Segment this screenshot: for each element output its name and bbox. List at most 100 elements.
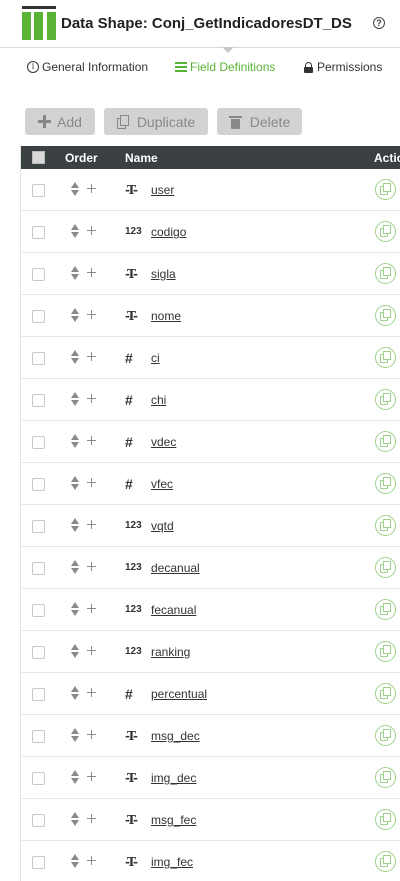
sort-arrows-icon[interactable] [71, 770, 79, 785]
row-checkbox[interactable] [32, 310, 45, 323]
tab-general-information[interactable]: i General Information [27, 60, 148, 74]
row-checkbox[interactable] [32, 646, 45, 659]
sort-arrows-icon[interactable] [71, 476, 79, 491]
move-icon[interactable] [86, 351, 97, 362]
field-name-link[interactable]: msg_fec [151, 813, 196, 827]
duplicate-row-icon[interactable] [375, 263, 396, 284]
field-name-link[interactable]: ci [151, 351, 160, 365]
move-icon[interactable] [86, 771, 97, 782]
move-icon[interactable] [86, 267, 97, 278]
duplicate-row-icon[interactable] [375, 641, 396, 662]
duplicate-row-icon[interactable] [375, 221, 396, 242]
table-row[interactable]: # vfec [21, 463, 400, 505]
row-checkbox[interactable] [32, 268, 45, 281]
table-row[interactable]: -T-img_fec [21, 841, 400, 881]
field-name-link[interactable]: msg_dec [151, 729, 200, 743]
add-button[interactable]: Add [25, 108, 95, 135]
row-checkbox[interactable] [32, 562, 45, 575]
field-name-link[interactable]: percentual [151, 687, 207, 701]
field-name-link[interactable]: vfec [151, 477, 173, 491]
sort-arrows-icon[interactable] [71, 308, 79, 323]
sort-arrows-icon[interactable] [71, 224, 79, 239]
table-row[interactable]: # vdec [21, 421, 400, 463]
field-name-link[interactable]: sigla [151, 267, 176, 281]
table-row[interactable]: -T-img_dec [21, 757, 400, 799]
tab-field-definitions[interactable]: Field Definitions [175, 60, 275, 74]
field-name-link[interactable]: user [151, 183, 174, 197]
row-checkbox[interactable] [32, 604, 45, 617]
move-icon[interactable] [86, 561, 97, 572]
duplicate-row-icon[interactable] [375, 515, 396, 536]
sort-arrows-icon[interactable] [71, 812, 79, 827]
table-row[interactable]: 123 fecanual [21, 589, 400, 631]
row-checkbox[interactable] [32, 730, 45, 743]
field-name-link[interactable]: vqtd [151, 519, 174, 533]
tab-permissions[interactable]: Permissions [304, 60, 382, 74]
table-row[interactable]: -T-nome [21, 295, 400, 337]
row-checkbox[interactable] [32, 352, 45, 365]
duplicate-row-icon[interactable] [375, 767, 396, 788]
move-icon[interactable] [86, 183, 97, 194]
sort-arrows-icon[interactable] [71, 854, 79, 869]
help-icon[interactable]: ? [373, 17, 385, 29]
field-name-link[interactable]: img_dec [151, 771, 196, 785]
row-checkbox[interactable] [32, 184, 45, 197]
duplicate-row-icon[interactable] [375, 809, 396, 830]
row-checkbox[interactable] [32, 226, 45, 239]
field-name-link[interactable]: fecanual [151, 603, 196, 617]
sort-arrows-icon[interactable] [71, 434, 79, 449]
move-icon[interactable] [86, 729, 97, 740]
duplicate-row-icon[interactable] [375, 431, 396, 452]
duplicate-button[interactable]: Duplicate [104, 108, 208, 135]
move-icon[interactable] [86, 309, 97, 320]
move-icon[interactable] [86, 603, 97, 614]
sort-arrows-icon[interactable] [71, 602, 79, 617]
duplicate-row-icon[interactable] [375, 557, 396, 578]
table-row[interactable]: 123 decanual [21, 547, 400, 589]
row-checkbox[interactable] [32, 520, 45, 533]
row-checkbox[interactable] [32, 394, 45, 407]
field-name-link[interactable]: nome [151, 309, 181, 323]
sort-arrows-icon[interactable] [71, 560, 79, 575]
table-row[interactable]: # ci [21, 337, 400, 379]
move-icon[interactable] [86, 519, 97, 530]
sort-arrows-icon[interactable] [71, 518, 79, 533]
sort-arrows-icon[interactable] [71, 266, 79, 281]
table-row[interactable]: -T-msg_dec [21, 715, 400, 757]
row-checkbox[interactable] [32, 772, 45, 785]
row-checkbox[interactable] [32, 814, 45, 827]
row-checkbox[interactable] [32, 436, 45, 449]
row-checkbox[interactable] [32, 856, 45, 869]
field-name-link[interactable]: chi [151, 393, 166, 407]
duplicate-row-icon[interactable] [375, 347, 396, 368]
sort-arrows-icon[interactable] [71, 182, 79, 197]
field-name-link[interactable]: codigo [151, 225, 186, 239]
sort-arrows-icon[interactable] [71, 728, 79, 743]
select-all-checkbox[interactable] [32, 151, 45, 164]
sort-arrows-icon[interactable] [71, 350, 79, 365]
duplicate-row-icon[interactable] [375, 725, 396, 746]
duplicate-row-icon[interactable] [375, 473, 396, 494]
sort-arrows-icon[interactable] [71, 392, 79, 407]
duplicate-row-icon[interactable] [375, 683, 396, 704]
table-row[interactable]: 123 vqtd [21, 505, 400, 547]
move-icon[interactable] [86, 435, 97, 446]
field-name-link[interactable]: vdec [151, 435, 176, 449]
duplicate-row-icon[interactable] [375, 179, 396, 200]
row-checkbox[interactable] [32, 478, 45, 491]
table-row[interactable]: -T-sigla [21, 253, 400, 295]
column-header-order[interactable]: Order [65, 151, 98, 165]
move-icon[interactable] [86, 813, 97, 824]
field-name-link[interactable]: img_fec [151, 855, 193, 869]
move-icon[interactable] [86, 393, 97, 404]
duplicate-row-icon[interactable] [375, 389, 396, 410]
move-icon[interactable] [86, 687, 97, 698]
duplicate-row-icon[interactable] [375, 305, 396, 326]
duplicate-row-icon[interactable] [375, 599, 396, 620]
table-row[interactable]: -T-msg_fec [21, 799, 400, 841]
move-icon[interactable] [86, 645, 97, 656]
sort-arrows-icon[interactable] [71, 644, 79, 659]
field-name-link[interactable]: decanual [151, 561, 200, 575]
table-row[interactable]: # chi [21, 379, 400, 421]
duplicate-row-icon[interactable] [375, 851, 396, 872]
